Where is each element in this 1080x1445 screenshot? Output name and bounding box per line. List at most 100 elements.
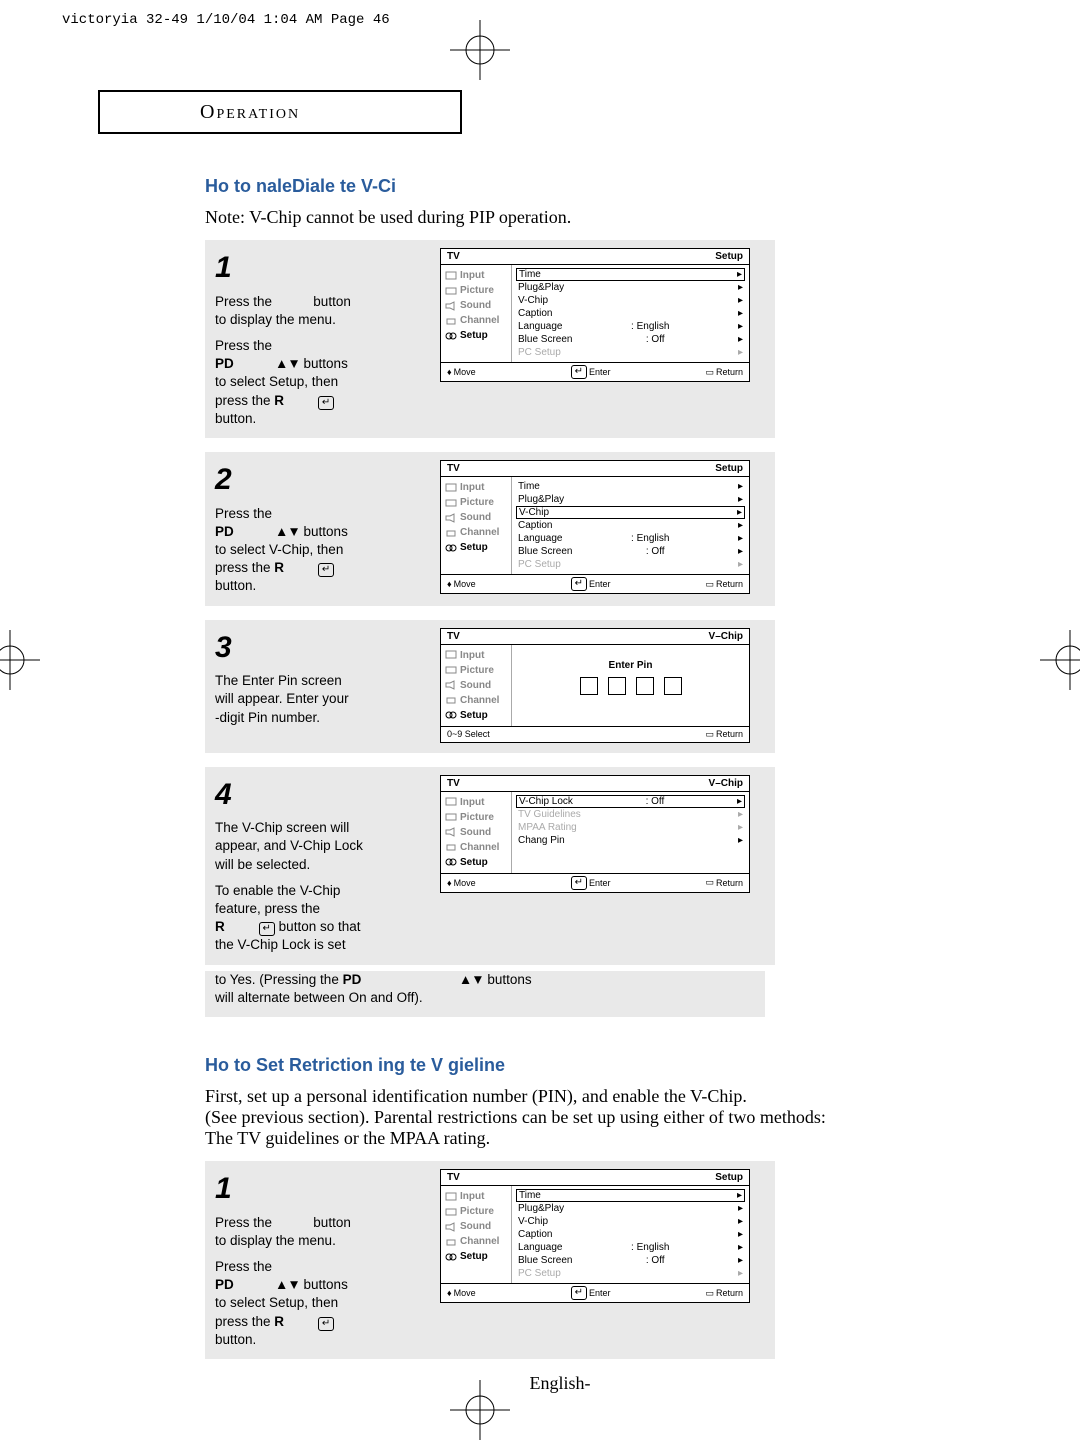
item-pcsetup: PC Setup — [518, 347, 561, 358]
item-vchip: V-Chip — [518, 295, 548, 306]
side-sound: Sound — [441, 1219, 511, 1234]
tv-vchip-screen: TVV–Chip Input Picture Sound Channel Set… — [440, 775, 750, 893]
item-bluescreen: Blue Screen — [518, 334, 572, 345]
txt: to display the menu. — [215, 1232, 430, 1250]
side-sound: Sound — [441, 298, 511, 313]
hint-return: ▭ Return — [705, 729, 743, 740]
txt: -digit Pin number. — [215, 709, 430, 727]
updown-icon: ▲▼ — [459, 972, 484, 987]
tv-title: TV — [447, 463, 460, 474]
step-2: 2 Press the PD ▲▼ buttons to select V-Ch… — [205, 452, 775, 606]
step-number: 2 — [215, 460, 430, 501]
side-channel: Channel — [441, 693, 511, 708]
tv-title: TV — [447, 1172, 460, 1183]
hint-return: ▭ Return — [705, 365, 743, 379]
tv-mode: Setup — [715, 463, 743, 474]
side-picture: Picture — [441, 283, 511, 298]
txt: will alternate between On and Off). — [215, 990, 423, 1005]
txt: button. — [215, 410, 430, 428]
chevron-right-icon: ▸ — [738, 1242, 743, 1253]
side-setup: Setup — [441, 855, 511, 870]
item-bluescreen: Blue Screen — [518, 546, 572, 557]
tv-mode: Setup — [715, 251, 743, 262]
enter-icon: ↵ — [318, 563, 334, 577]
hint-move: ♦ Move — [447, 577, 476, 591]
hint-return: ▭ Return — [705, 1286, 743, 1300]
page-footer-language: English- — [205, 1373, 915, 1394]
pin-digit-box — [580, 677, 598, 695]
item-language: Language — [518, 1242, 563, 1253]
chevron-right-icon: ▸ — [738, 321, 743, 332]
txt: Press the — [215, 337, 430, 355]
tv-title: TV — [447, 631, 460, 642]
enter-icon: ↵ — [259, 922, 275, 936]
side-channel: Channel — [441, 525, 511, 540]
tv-pin-screen: TVV–Chip Input Picture Sound Channel Set… — [440, 628, 750, 743]
chevron-right-icon: ▸ — [738, 1268, 743, 1279]
item-time: Time — [518, 481, 540, 492]
item-plugplay: Plug&Play — [518, 1203, 564, 1214]
value-english: : English — [631, 321, 669, 332]
item-pcsetup: PC Setup — [518, 559, 561, 570]
chevron-right-icon: ▸ — [737, 507, 742, 518]
chevron-right-icon: ▸ — [738, 533, 743, 544]
txt: buttons — [487, 972, 531, 987]
chevron-right-icon: ▸ — [738, 1203, 743, 1214]
pin-digit-box — [608, 677, 626, 695]
tv-mode: Setup — [715, 1172, 743, 1183]
chevron-right-icon: ▸ — [738, 1229, 743, 1240]
txt: The Enter Pin screen — [215, 672, 430, 690]
side-channel: Channel — [441, 840, 511, 855]
side-picture: Picture — [441, 1204, 511, 1219]
value-english: : English — [631, 533, 669, 544]
side-channel: Channel — [441, 1234, 511, 1249]
txt: appear, and V-Chip Lock — [215, 837, 430, 855]
step-number: 1 — [215, 1169, 430, 1210]
item-caption: Caption — [518, 308, 552, 319]
section-title-box: Operation — [98, 90, 462, 134]
txt: PD — [343, 972, 362, 987]
enter-pin-label: Enter Pin — [516, 660, 745, 671]
txt: buttons — [304, 1277, 348, 1292]
txt: PD — [215, 356, 234, 371]
txt: the V-Chip Lock is set — [215, 936, 430, 954]
txt: Press the — [215, 294, 272, 309]
chevron-right-icon: ▸ — [738, 481, 743, 492]
heading-enable-vchip: Ho to naleDiale te V-Ci — [205, 176, 915, 197]
hint-return: ▭ Return — [705, 577, 743, 591]
txt: PD — [215, 524, 234, 539]
side-sound: Sound — [441, 678, 511, 693]
hint-return: ▭ Return — [705, 876, 743, 890]
step-1: 1 Press the button to display the menu. … — [205, 240, 775, 438]
txt: to display the menu. — [215, 311, 430, 329]
item-language: Language — [518, 321, 563, 332]
side-setup: Setup — [441, 540, 511, 555]
tv-setup-menu-vchip-selected: TVSetup Input Picture Sound Channel Setu… — [440, 460, 750, 594]
item-mpaa-rating: MPAA Rating — [518, 822, 577, 833]
txt: buttons — [304, 356, 348, 371]
txt: R — [274, 560, 284, 575]
chevron-right-icon: ▸ — [737, 269, 742, 280]
item-time: Time — [519, 269, 541, 280]
txt: press the — [215, 393, 271, 408]
txt: to select Setup, then — [215, 373, 430, 391]
chevron-right-icon: ▸ — [738, 546, 743, 557]
item-plugplay: Plug&Play — [518, 494, 564, 505]
txt: button so that — [279, 919, 361, 934]
chevron-right-icon: ▸ — [738, 809, 743, 820]
crop-mark-right — [1040, 630, 1080, 695]
item-vchip: V-Chip — [518, 1216, 548, 1227]
txt: Press the — [215, 1215, 272, 1230]
side-picture: Picture — [441, 810, 511, 825]
chevron-right-icon: ▸ — [738, 520, 743, 531]
value-off: : Off — [646, 546, 665, 557]
chevron-right-icon: ▸ — [738, 308, 743, 319]
side-setup: Setup — [441, 1249, 511, 1264]
value-off: : Off — [646, 796, 665, 807]
txt: PD — [215, 1277, 234, 1292]
enter-icon: ↵ — [318, 1317, 334, 1331]
chevron-right-icon: ▸ — [738, 295, 743, 306]
chevron-right-icon: ▸ — [738, 835, 743, 846]
item-time: Time — [519, 1190, 541, 1201]
item-vchip: V-Chip — [519, 507, 549, 518]
